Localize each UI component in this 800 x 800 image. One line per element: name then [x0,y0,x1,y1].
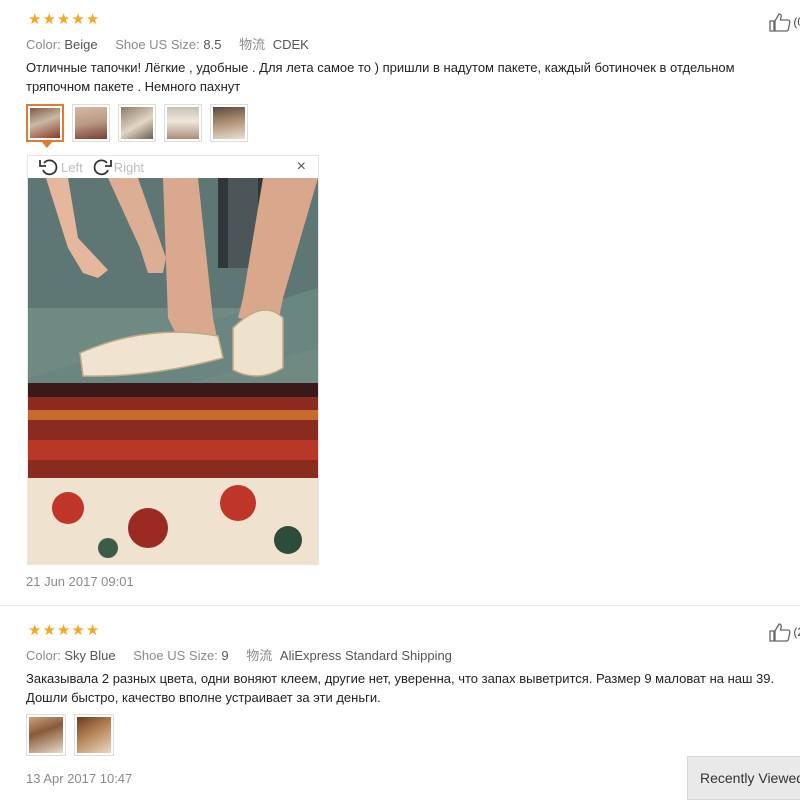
star-icon: ★ [71,11,85,28]
photo-thumbnail[interactable] [74,714,114,756]
star-icon: ★ [28,11,42,28]
review-text: Заказывала 2 разных цвета, одни воняют к… [26,671,775,705]
rating-stars: ★ ★ ★ ★ ★ [28,623,99,638]
star-icon: ★ [71,622,85,639]
selected-caret [41,141,53,148]
star-icon: ★ [85,622,100,639]
like-count: (2 [793,625,800,639]
recently-viewed-button[interactable]: Recently Viewed [687,756,800,800]
photo-thumbnails [26,714,114,756]
viewer-toolbar: Left Right × [28,156,318,178]
photo-thumbnail[interactable] [118,104,156,142]
photo-thumbnail[interactable] [26,104,64,148]
review-text: Отличные тапочки! Лёгкие , удобные . Для… [26,60,735,94]
shipping-value: AliExpress Standard Shipping [279,648,452,663]
review-attributes: Color: Beige Shoe US Size: 8.5 物流 CDEK [26,34,323,53]
review-item: ★ ★ ★ ★ ★ (2 Color: Sky Blue Shoe US Siz… [0,606,800,800]
thumbs-up-icon [769,623,791,642]
shipping-label: 物流 [246,648,273,663]
shipping-value: CDEK [272,37,309,52]
color-value: Beige [64,37,98,52]
rotate-left-icon [39,159,58,176]
star-icon: ★ [56,11,71,28]
color-value: Sky Blue [64,648,116,663]
star-icon: ★ [85,11,100,28]
like-button[interactable]: (0 [769,12,800,32]
star-icon: ★ [28,622,42,639]
size-label: Shoe US Size: [133,648,218,663]
like-button[interactable]: (2 [769,622,800,642]
photo-thumbnail[interactable] [26,714,66,756]
review-photo [28,178,318,564]
photo-thumbnail[interactable] [210,104,248,142]
size-value: 9 [221,648,229,663]
rotate-left-button[interactable]: Left [38,157,83,177]
color-label: Color: [26,648,61,663]
rotate-right-label: Right [113,159,145,175]
review-date: 21 Jun 2017 09:01 [26,574,134,589]
review-item: ★ ★ ★ ★ ★ (0 Color: Beige Shoe US Size: … [0,0,800,606]
like-count: (0 [793,15,800,29]
photo-thumbnails [26,104,248,148]
size-label: Shoe US Size: [115,37,200,52]
shipping-label: 物流 [239,37,266,52]
color-label: Color: [26,37,61,52]
rating-stars: ★ ★ ★ ★ ★ [28,12,99,27]
thumbs-up-icon [769,13,791,32]
rotate-right-button[interactable]: Right [91,157,144,177]
star-icon: ★ [42,11,56,28]
size-value: 8.5 [203,37,222,52]
photo-thumbnail[interactable] [72,104,110,142]
star-icon: ★ [56,622,71,639]
rotate-left-label: Left [61,159,83,175]
close-icon[interactable]: × [297,158,306,176]
review-attributes: Color: Sky Blue Shoe US Size: 9 物流 AliEx… [26,645,466,664]
review-date: 13 Apr 2017 10:47 [26,771,133,786]
photo-thumbnail[interactable] [164,104,202,142]
rotate-right-icon [93,159,112,176]
photo-viewer: Left Right × [27,155,319,565]
star-icon: ★ [42,622,56,639]
